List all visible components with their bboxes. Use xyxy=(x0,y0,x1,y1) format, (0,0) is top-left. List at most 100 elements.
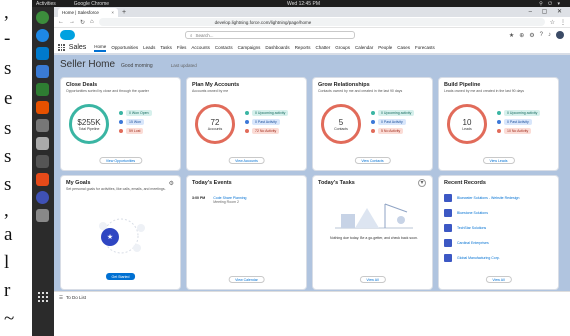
legend-item: 0 Upcoming activity xyxy=(245,108,303,117)
close-deals-card: Close Deals Opportunities sorted by clos… xyxy=(60,77,181,171)
help-icon[interactable] xyxy=(36,191,49,204)
get-started-button[interactable]: Get Started xyxy=(105,273,136,280)
close-tab-icon[interactable]: × xyxy=(111,10,114,15)
help-question-icon[interactable]: ? xyxy=(540,32,543,38)
goals-settings-gear-icon[interactable]: ⚙ xyxy=(169,180,174,187)
nav-dashboards[interactable]: Dashboards xyxy=(265,45,289,50)
nav-people[interactable]: People xyxy=(378,45,392,50)
bookmark-star-icon[interactable]: ☆ xyxy=(550,19,555,26)
impress-icon[interactable] xyxy=(36,101,49,114)
card-title: Build Pipeline xyxy=(444,82,481,88)
margin-fragment: - xyxy=(4,28,11,49)
nav-opportunities[interactable]: Opportunities xyxy=(111,45,138,50)
salesforce-logo-icon[interactable] xyxy=(60,30,75,40)
legend-swatch xyxy=(497,128,501,133)
url-field[interactable]: develop.lightning.force.com/lightning/pa… xyxy=(98,18,545,26)
nav-files[interactable]: Files xyxy=(177,45,187,50)
new-tab-icon[interactable]: + xyxy=(122,8,126,17)
legend-label: 5 No Activity xyxy=(378,127,404,134)
header-utilities: ★ ⊕ ⚙ ? ♪ xyxy=(509,31,564,39)
nav-forecasts[interactable]: Forecasts xyxy=(415,45,435,50)
card-title: Grow Relationships xyxy=(318,82,370,88)
nav-groups[interactable]: Groups xyxy=(335,45,350,50)
global-search-input[interactable]: ⌕ Search... xyxy=(185,31,355,39)
vscode-icon[interactable] xyxy=(36,47,49,60)
margin-fragment: s xyxy=(4,118,12,139)
home-icon[interactable]: ⌂ xyxy=(90,19,94,25)
view-accounts-button[interactable]: View Accounts xyxy=(228,157,265,164)
margin-fragment: s xyxy=(4,58,12,79)
nav-accounts[interactable]: Accounts xyxy=(191,45,210,50)
card-title: Close Deals xyxy=(66,82,98,88)
legend-label: 15 Won xyxy=(126,118,144,125)
chrome-icon[interactable] xyxy=(36,11,49,24)
card-subtitle: Leads owned by me and created in the las… xyxy=(444,89,524,93)
system-tray-icons[interactable]: ⚲ ⏻ ▾ xyxy=(539,1,562,7)
view-leads-button[interactable]: View Leads xyxy=(482,157,515,164)
nav-cases[interactable]: Cases xyxy=(397,45,410,50)
recent-record-item[interactable]: TechStar Solutions xyxy=(444,224,486,232)
app-launcher-icon[interactable] xyxy=(58,44,65,51)
trash-icon[interactable] xyxy=(36,209,49,222)
back-icon[interactable]: ← xyxy=(58,19,64,25)
software-icon[interactable] xyxy=(36,173,49,186)
recent-record-item[interactable]: Cardinal Enterprises xyxy=(444,239,489,247)
ring-value: 72 xyxy=(210,117,220,127)
nav-reports[interactable]: Reports xyxy=(295,45,311,50)
ring-legend: 0 Won Open 15 Won 59 Lost xyxy=(119,108,177,135)
terminal-icon[interactable] xyxy=(36,155,49,168)
page-title: Seller Home xyxy=(60,59,116,70)
margin-fragment: , xyxy=(4,200,9,221)
recent-record-item[interactable]: Global Manufacturing Corp. xyxy=(444,254,500,262)
nav-home[interactable]: Home xyxy=(94,44,107,52)
activities-button[interactable]: Activities xyxy=(36,1,56,7)
view-calendar-button[interactable]: View Calendar xyxy=(228,276,265,283)
favorites-star-icon[interactable]: ★ xyxy=(509,32,514,39)
nav-campaigns[interactable]: Campaigns xyxy=(238,45,261,50)
margin-fragment: r xyxy=(4,280,11,301)
url-text: develop.lightning.force.com/lightning/pa… xyxy=(214,19,312,25)
legend-label: 0 Past Activity xyxy=(252,118,280,125)
nav-calendar[interactable]: Calendar xyxy=(355,45,373,50)
legend-label: 0 Upcoming activity xyxy=(504,109,541,116)
browser-icon[interactable] xyxy=(36,29,49,42)
view-all-records-button[interactable]: View All xyxy=(485,276,512,283)
utility-item[interactable]: To Do List xyxy=(66,295,86,300)
card-subtitle: Accounts owned by me xyxy=(192,89,229,93)
window-controls[interactable]: – ▢ ✕ xyxy=(529,8,570,17)
recent-record-item[interactable]: Bluestone Solutions xyxy=(444,209,488,217)
event-item[interactable]: 3:00 PM Code Share Planning Meeting Room… xyxy=(192,196,247,204)
view-opportunities-button[interactable]: View Opportunities xyxy=(98,157,143,164)
task-menu-icon[interactable]: ▾ xyxy=(418,179,426,187)
browser-tab[interactable]: Home | Salesforce × xyxy=(58,8,118,17)
writer-icon[interactable] xyxy=(36,65,49,78)
ring-legend: 0 Upcoming activity 0 Past Activity 5 No… xyxy=(371,108,429,135)
add-icon[interactable]: ⊕ xyxy=(519,32,524,39)
recent-record-item[interactable]: Bluewater Solutions - Website Redesign xyxy=(444,194,519,202)
ring-value: $255K xyxy=(77,117,101,127)
show-apps-icon[interactable] xyxy=(38,292,48,302)
legend-item: 0 Past Activity xyxy=(371,117,429,126)
view-all-tasks-button[interactable]: View All xyxy=(359,276,386,283)
files-icon[interactable] xyxy=(36,119,49,132)
nav-contacts[interactable]: Contacts xyxy=(215,45,233,50)
legend-swatch xyxy=(119,110,123,115)
notifications-bell-icon[interactable]: ♪ xyxy=(548,32,551,38)
calc-icon[interactable] xyxy=(36,83,49,96)
app-name: Sales xyxy=(68,44,87,51)
setup-gear-icon[interactable]: ⚙ xyxy=(529,32,534,39)
legend-label: 59 Lost xyxy=(126,127,144,134)
nav-leads[interactable]: Leads xyxy=(143,45,155,50)
menu-icon[interactable]: ⋮ xyxy=(560,19,566,26)
active-app-label[interactable]: Google Chrome xyxy=(74,1,109,7)
clock[interactable]: Wed 12:45 PM xyxy=(287,1,320,7)
nav-chatter[interactable]: Chatter xyxy=(315,45,330,50)
view-contacts-button[interactable]: View Contacts xyxy=(354,157,391,164)
reload-icon[interactable]: ↻ xyxy=(80,19,85,26)
settings-icon[interactable] xyxy=(36,137,49,150)
margin-fragment: , xyxy=(4,2,9,23)
user-avatar[interactable] xyxy=(556,31,564,39)
forward-icon[interactable]: → xyxy=(69,19,75,25)
goals-illustration xyxy=(99,218,145,254)
nav-tasks[interactable]: Tasks xyxy=(160,45,172,50)
